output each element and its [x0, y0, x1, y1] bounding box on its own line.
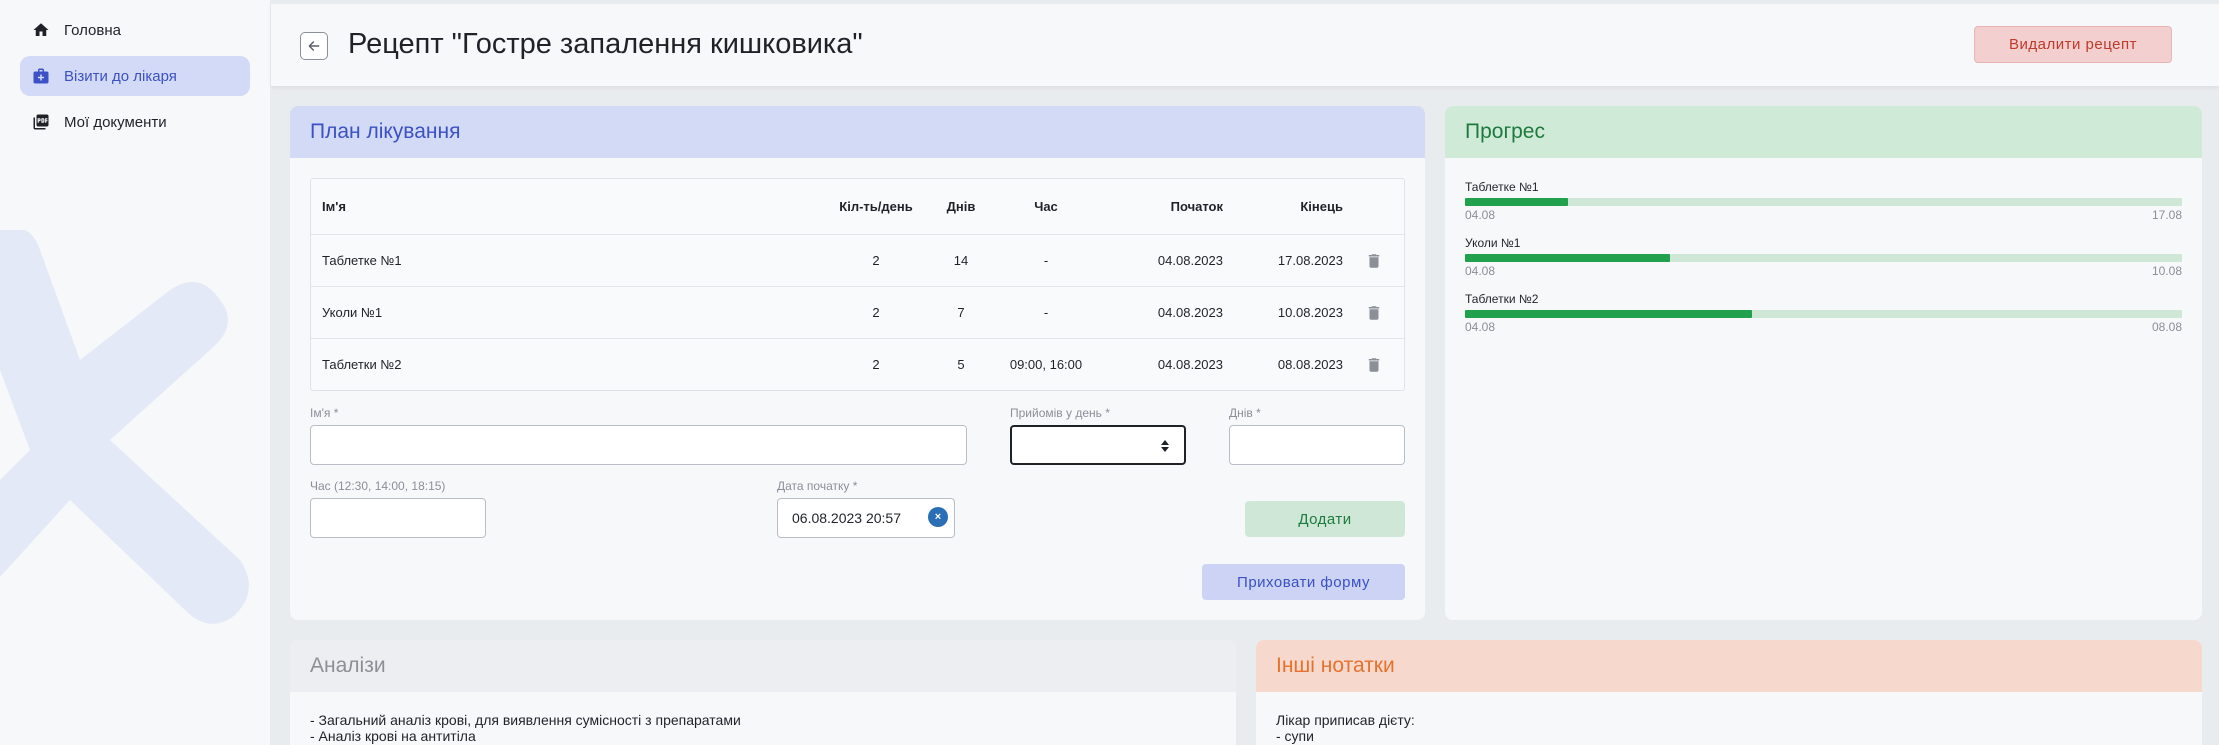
background-logo-decoration: [0, 230, 249, 624]
column-header-time: Час: [1034, 199, 1058, 214]
cell-time: -: [1043, 305, 1049, 320]
home-icon: [33, 23, 49, 36]
analyses-card: Аналізи - Загальний аналіз крові, для ви…: [290, 640, 1236, 745]
clear-date-icon[interactable]: ×: [928, 507, 948, 527]
arrow-left-icon: [308, 41, 320, 51]
progress-bar-fill: [1465, 254, 1671, 262]
sidebar-item-label: Візити до лікаря: [64, 67, 177, 85]
per-day-field-label: Прийомів у день *: [1010, 406, 1110, 420]
back-button[interactable]: [300, 32, 328, 60]
cell-days: 5: [957, 357, 965, 372]
sidebar: Головна Візити до лікаря Мої документи: [0, 0, 270, 745]
pdf-documents-icon: [33, 114, 49, 130]
progress-start-date: 04.08: [1465, 208, 1496, 222]
cell-start: 04.08.2023: [1157, 253, 1223, 268]
card-title: План лікування: [290, 106, 1425, 158]
cell-days: 14: [953, 253, 969, 268]
analyses-line: - Аналіз крові на антитіла: [310, 728, 476, 744]
cell-per-day: 2: [872, 305, 880, 320]
medical-bag-icon: [33, 68, 49, 84]
cell-time: 09:00, 16:00: [1009, 357, 1083, 372]
table-header-row: Ім'я Кіл-ть/день Днів Час Початок Кінець: [311, 179, 1404, 234]
page-header: Рецепт "Гостре запалення кишковика" Вида…: [271, 4, 2219, 86]
progress-bar: [1465, 198, 2182, 206]
table-row: Таблетки №2 2 5 09:00, 16:00 04.08.2023 …: [311, 338, 1404, 390]
analyses-text: - Загальний аналіз крові, для виявлення …: [290, 692, 1236, 745]
treatment-plan-card: План лікування Ім'я Кіл-ть/день Днів Час…: [290, 106, 1425, 620]
name-input[interactable]: [310, 425, 967, 465]
days-field-label: Днів *: [1229, 406, 1261, 420]
progress-start-date: 04.08: [1465, 320, 1496, 334]
page-title: Рецепт "Гостре запалення кишковика": [348, 28, 863, 60]
column-header-name: Ім'я: [322, 199, 346, 214]
sidebar-item-home[interactable]: Головна: [20, 10, 250, 50]
per-day-stepper[interactable]: [1010, 425, 1186, 465]
start-date-value: 06.08.2023 20:57: [792, 510, 901, 526]
progress-bar-fill: [1465, 310, 1752, 318]
cell-per-day: 2: [872, 253, 880, 268]
cell-per-day: 2: [872, 357, 880, 372]
cell-start: 04.08.2023: [1157, 357, 1223, 372]
cell-name: Таблетке №1: [322, 253, 402, 268]
sidebar-item-label: Головна: [64, 21, 121, 39]
sidebar-item-doctor-visits[interactable]: Візити до лікаря: [20, 56, 250, 96]
progress-end-date: 17.08: [2151, 208, 2182, 222]
column-header-start: Початок: [1170, 199, 1223, 214]
cell-days: 7: [957, 305, 965, 320]
progress-item-name: Уколи №1: [1465, 236, 1521, 250]
progress-item: Уколи №1 04.08 10.08: [1465, 236, 2182, 278]
progress-end-date: 08.08: [2151, 320, 2182, 334]
spin-arrows-icon[interactable]: [1160, 439, 1170, 453]
table-row: Уколи №1 2 7 - 04.08.2023 10.08.2023: [311, 286, 1404, 338]
notes-line: - супи: [1276, 728, 1314, 744]
cell-name: Таблетки №2: [322, 357, 402, 372]
card-title: Інші нотатки: [1256, 640, 2202, 692]
table-row: Таблетке №1 2 14 - 04.08.2023 17.08.2023: [311, 234, 1404, 286]
name-field-label: Ім'я *: [310, 406, 339, 420]
add-button[interactable]: Додати: [1245, 501, 1405, 537]
progress-item-name: Таблетке №1: [1465, 180, 1539, 194]
column-header-per-day: Кіл-ть/день: [839, 199, 913, 214]
cell-name: Уколи №1: [322, 305, 383, 320]
time-input[interactable]: [310, 498, 486, 538]
column-header-days: Днів: [946, 199, 976, 214]
sidebar-item-my-documents[interactable]: Мої документи: [20, 102, 250, 142]
column-header-end: Кінець: [1300, 199, 1343, 214]
notes-line: Лікар приписав дієту:: [1276, 712, 1415, 728]
progress-card: Прогрес Таблетке №1 04.08 17.08 Уколи №1 …: [1445, 106, 2202, 620]
trash-icon[interactable]: [1365, 304, 1383, 322]
notes-text: Лікар приписав дієту: - супи: [1256, 692, 2202, 745]
trash-icon[interactable]: [1365, 252, 1383, 270]
progress-item: Таблетке №1 04.08 17.08: [1465, 180, 2182, 222]
other-notes-card: Інші нотатки Лікар приписав дієту: - суп…: [1256, 640, 2202, 745]
hide-form-button[interactable]: Приховати форму: [1202, 564, 1405, 600]
progress-bar: [1465, 310, 2182, 318]
progress-end-date: 10.08: [2151, 264, 2182, 278]
treatment-table: Ім'я Кіл-ть/день Днів Час Початок Кінець…: [310, 178, 1405, 391]
cell-end: 10.08.2023: [1277, 305, 1343, 320]
progress-bar: [1465, 254, 2182, 262]
delete-recipe-button[interactable]: Видалити рецепт: [1974, 26, 2172, 63]
card-title: Прогрес: [1445, 106, 2202, 158]
days-input[interactable]: [1229, 425, 1405, 465]
progress-item: Таблетки №2 04.08 08.08: [1465, 292, 2182, 334]
progress-item-name: Таблетки №2: [1465, 292, 1539, 306]
start-date-field-label: Дата початку *: [777, 479, 858, 493]
cell-start: 04.08.2023: [1157, 305, 1223, 320]
cell-end: 17.08.2023: [1277, 253, 1343, 268]
start-date-input[interactable]: 06.08.2023 20:57 ×: [777, 498, 955, 538]
cell-time: -: [1043, 253, 1049, 268]
analyses-line: - Загальний аналіз крові, для виявлення …: [310, 712, 741, 728]
time-field-label: Час (12:30, 14:00, 18:15): [310, 479, 446, 493]
trash-icon[interactable]: [1365, 356, 1383, 374]
sidebar-item-label: Мої документи: [64, 113, 167, 131]
card-title: Аналізи: [290, 640, 1236, 692]
progress-start-date: 04.08: [1465, 264, 1496, 278]
progress-bar-fill: [1465, 198, 1568, 206]
cell-end: 08.08.2023: [1277, 357, 1343, 372]
